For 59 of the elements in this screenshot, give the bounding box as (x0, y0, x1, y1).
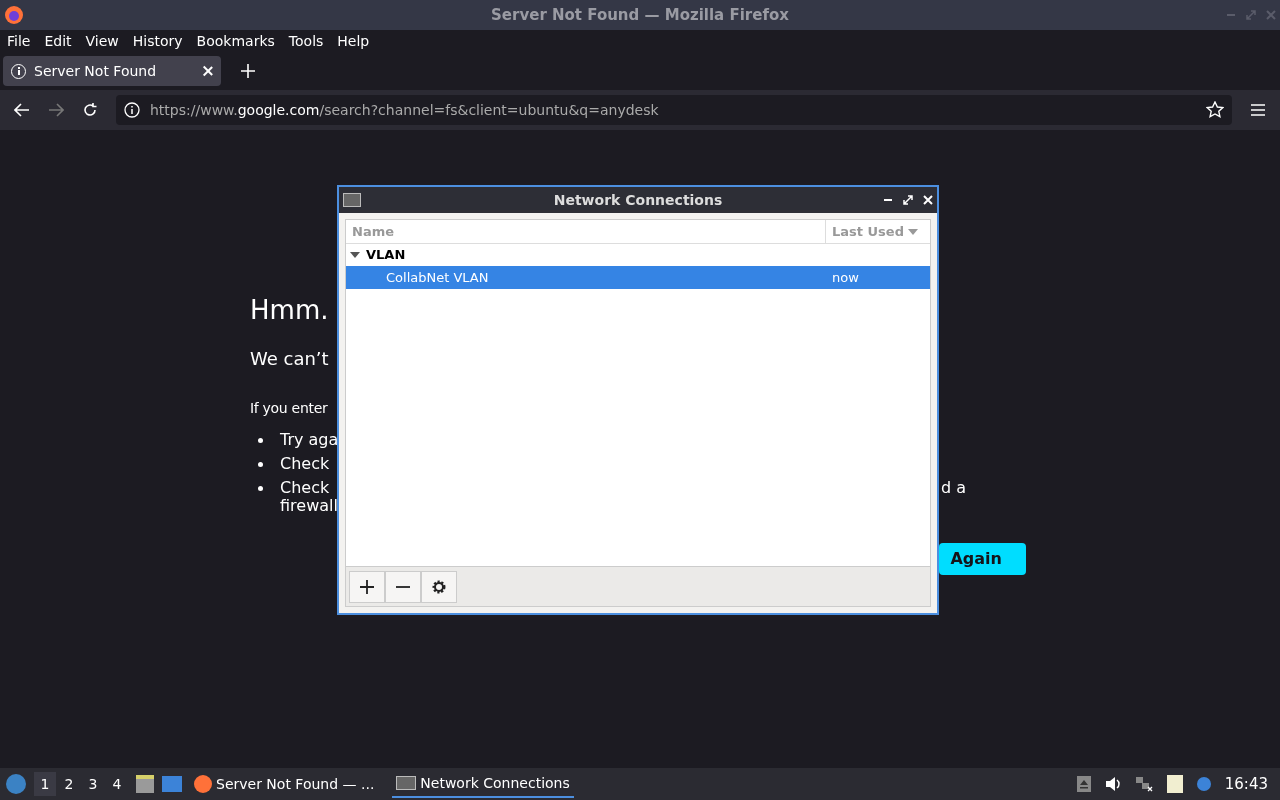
error-intro: If you enter (250, 399, 328, 418)
try-again-button[interactable]: Again (939, 543, 1026, 575)
expander-icon (350, 252, 360, 258)
workspace-button[interactable]: 3 (82, 772, 104, 796)
firefox-logo-icon (194, 775, 212, 793)
workspace-button[interactable]: 1 (34, 772, 56, 796)
notification-icon[interactable] (1196, 777, 1211, 791)
bullet-text: Check (280, 455, 330, 473)
taskbar-item[interactable]: Network Connections (392, 770, 574, 798)
network-app-icon (343, 193, 361, 207)
gear-icon (431, 578, 447, 595)
address-bar[interactable]: https://www.google.com/search?channel=fs&client=ubuntu&q=anydesk (116, 95, 1232, 125)
new-tab-button[interactable] (241, 64, 255, 78)
error-message: We can’t (250, 347, 329, 371)
browser-tab[interactable]: Server Not Found (3, 56, 221, 86)
sort-arrow-icon (907, 228, 918, 235)
bullet-text: Try aga (280, 431, 339, 449)
start-menu-icon[interactable] (6, 774, 26, 794)
bullet-text: d a (940, 479, 966, 497)
network-app-icon (396, 776, 417, 790)
bullet-text: Check (280, 479, 330, 497)
network-icon[interactable] (1134, 776, 1153, 792)
menu-item[interactable]: File (7, 30, 31, 52)
window-title: Server Not Found — Mozilla Firefox (491, 4, 789, 26)
bullet-text: firewall (280, 497, 338, 515)
forward-icon[interactable] (48, 103, 64, 117)
back-icon[interactable] (14, 103, 30, 117)
firefox-logo-icon (4, 5, 24, 25)
bullet-icon (258, 438, 263, 443)
menu-icon[interactable] (1250, 103, 1266, 117)
clock: 16:43 (1224, 773, 1268, 795)
taskbar-item[interactable]: Server Not Found — ... (190, 770, 379, 798)
dialog-title: Network Connections (553, 190, 723, 210)
url-text: https://www.google.com/search?channel=fs&client=ubuntu&q=anydesk (150, 100, 659, 120)
minus-icon (395, 585, 411, 588)
info-icon (124, 102, 140, 118)
bullet-icon (258, 486, 263, 491)
star-icon[interactable] (1206, 101, 1224, 119)
menu-item[interactable]: View (85, 30, 119, 52)
speaker-icon[interactable] (1104, 776, 1121, 792)
plus-icon (359, 578, 375, 595)
workspace-button[interactable]: 2 (58, 772, 80, 796)
clipboard-icon[interactable] (1166, 775, 1183, 793)
menu-item[interactable]: Help (337, 30, 370, 52)
eject-icon[interactable] (1076, 776, 1091, 792)
menu-item[interactable]: Tools (288, 30, 324, 52)
add-button[interactable] (349, 570, 385, 603)
settings-button[interactable] (421, 570, 457, 603)
connection-row[interactable]: CollabNet VLAN now (346, 266, 930, 289)
bullet-icon (258, 462, 263, 467)
reload-icon[interactable] (82, 102, 98, 118)
error-heading: Hmm. (250, 295, 330, 325)
menu-item[interactable]: Bookmarks (196, 30, 275, 52)
menu-item[interactable]: History (132, 30, 183, 52)
menu-item[interactable]: Edit (44, 30, 72, 52)
workspace-button[interactable]: 4 (106, 772, 128, 796)
close-tab-icon[interactable] (203, 66, 213, 76)
remove-button[interactable] (385, 570, 421, 603)
tree-group-row[interactable]: VLAN (346, 244, 930, 266)
